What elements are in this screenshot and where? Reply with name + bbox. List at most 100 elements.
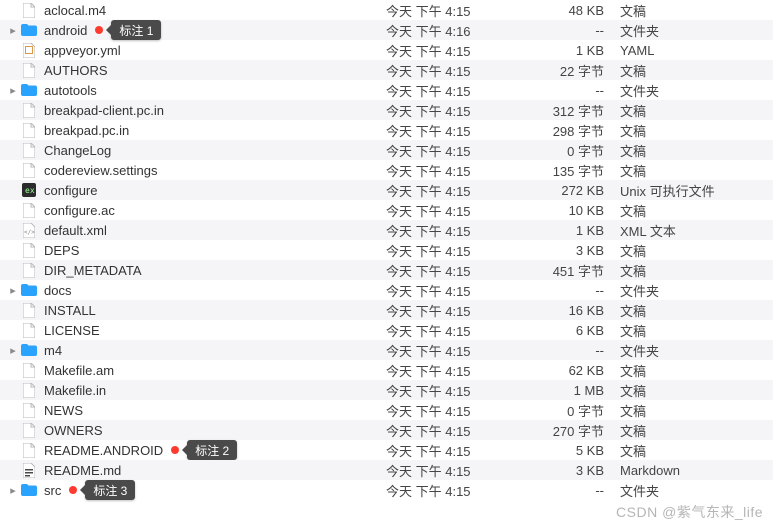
file-size: 1 KB: [516, 223, 616, 238]
file-name[interactable]: aclocal.m4: [44, 3, 106, 18]
file-row[interactable]: ▸autotools今天 下午 4:15--文件夹: [0, 80, 773, 100]
file-icon: [20, 242, 38, 258]
file-kind: 文稿: [616, 361, 773, 380]
file-name[interactable]: ChangeLog: [44, 143, 111, 158]
date-modified: 今天 下午 4:15: [386, 361, 516, 380]
file-name[interactable]: android: [44, 23, 87, 38]
name-column: ▸DEPS: [6, 242, 386, 258]
disclosure-triangle-icon[interactable]: ▸: [6, 24, 20, 37]
file-name[interactable]: m4: [44, 343, 62, 358]
file-row[interactable]: ▸DEPS今天 下午 4:153 KB文稿: [0, 240, 773, 260]
file-size: --: [516, 343, 616, 358]
name-column: ▸android标注 1: [6, 20, 386, 40]
file-kind: 文稿: [616, 201, 773, 220]
file-name[interactable]: src: [44, 483, 61, 498]
file-name[interactable]: autotools: [44, 83, 97, 98]
date-modified: 今天 下午 4:15: [386, 261, 516, 280]
file-size: 272 KB: [516, 183, 616, 198]
file-kind: 文稿: [616, 161, 773, 180]
svg-text:ex: ex: [25, 186, 35, 195]
date-modified: 今天 下午 4:15: [386, 281, 516, 300]
file-size: --: [516, 83, 616, 98]
file-row[interactable]: ▸breakpad.pc.in今天 下午 4:15298 字节文稿: [0, 120, 773, 140]
file-icon: [20, 102, 38, 118]
xml-icon: </>: [20, 222, 38, 238]
file-name[interactable]: default.xml: [44, 223, 107, 238]
date-modified: 今天 下午 4:15: [386, 101, 516, 120]
file-row[interactable]: ▸</>default.xml今天 下午 4:151 KBXML 文本: [0, 220, 773, 240]
file-icon: [20, 402, 38, 418]
file-size: 6 KB: [516, 323, 616, 338]
file-name[interactable]: codereview.settings: [44, 163, 157, 178]
file-row[interactable]: ▸README.md今天 下午 4:153 KBMarkdown: [0, 460, 773, 480]
name-column: ▸</>default.xml: [6, 222, 386, 238]
file-row[interactable]: ▸m4今天 下午 4:15--文件夹: [0, 340, 773, 360]
file-icon: [20, 122, 38, 138]
file-name[interactable]: README.md: [44, 463, 121, 478]
file-row[interactable]: ▸LICENSE今天 下午 4:156 KB文稿: [0, 320, 773, 340]
file-kind: 文稿: [616, 121, 773, 140]
file-icon: [20, 162, 38, 178]
file-name[interactable]: breakpad.pc.in: [44, 123, 129, 138]
file-row[interactable]: ▸src标注 3今天 下午 4:15--文件夹: [0, 480, 773, 500]
file-name[interactable]: Makefile.am: [44, 363, 114, 378]
file-row[interactable]: ▸DIR_METADATA今天 下午 4:15451 字节文稿: [0, 260, 773, 280]
file-name[interactable]: docs: [44, 283, 71, 298]
file-size: 270 字节: [516, 421, 616, 440]
file-row[interactable]: ▸exconfigure今天 下午 4:15272 KBUnix 可执行文件: [0, 180, 773, 200]
file-row[interactable]: ▸configure.ac今天 下午 4:1510 KB文稿: [0, 200, 773, 220]
file-row[interactable]: ▸docs今天 下午 4:15--文件夹: [0, 280, 773, 300]
file-size: 312 字节: [516, 101, 616, 120]
file-name[interactable]: configure: [44, 183, 97, 198]
file-size: 0 字节: [516, 141, 616, 160]
disclosure-triangle-icon[interactable]: ▸: [6, 344, 20, 357]
file-kind: YAML: [616, 43, 773, 58]
date-modified: 今天 下午 4:15: [386, 81, 516, 100]
file-name[interactable]: README.ANDROID: [44, 443, 163, 458]
name-column: ▸ src 标注 3: [6, 480, 386, 500]
exec-icon: ex: [20, 182, 38, 198]
file-kind: Unix 可执行文件: [616, 181, 773, 200]
file-row[interactable]: ▸OWNERS今天 下午 4:15270 字节文稿: [0, 420, 773, 440]
name-column: ▸configure.ac: [6, 202, 386, 218]
file-name[interactable]: appveyor.yml: [44, 43, 121, 58]
file-row[interactable]: ▸Makefile.am今天 下午 4:1562 KB文稿: [0, 360, 773, 380]
folder-icon: [20, 82, 38, 98]
file-kind: 文稿: [616, 261, 773, 280]
name-column: ▸breakpad.pc.in: [6, 122, 386, 138]
file-row[interactable]: ▸README.ANDROID标注 2今天 下午 4:155 KB文稿: [0, 440, 773, 460]
file-row[interactable]: ▸NEWS今天 下午 4:150 字节文稿: [0, 400, 773, 420]
file-row[interactable]: ▸INSTALL今天 下午 4:1516 KB文稿: [0, 300, 773, 320]
file-row[interactable]: ▸ChangeLog今天 下午 4:150 字节文稿: [0, 140, 773, 160]
file-kind: 文稿: [616, 441, 773, 460]
file-name[interactable]: configure.ac: [44, 203, 115, 218]
name-column: ▸README.ANDROID标注 2: [6, 440, 386, 460]
file-name[interactable]: AUTHORS: [44, 63, 108, 78]
file-row[interactable]: ▸appveyor.yml今天 下午 4:151 KBYAML: [0, 40, 773, 60]
disclosure-triangle-icon[interactable]: ▸: [6, 84, 20, 97]
file-row[interactable]: ▸aclocal.m4今天 下午 4:1548 KB文稿: [0, 0, 773, 20]
name-column: ▸INSTALL: [6, 302, 386, 318]
disclosure-triangle-icon[interactable]: ▸: [6, 484, 20, 497]
name-column: ▸ChangeLog: [6, 142, 386, 158]
file-row[interactable]: ▸Makefile.in今天 下午 4:151 MB文稿: [0, 380, 773, 400]
file-name[interactable]: LICENSE: [44, 323, 100, 338]
file-row[interactable]: ▸android标注 1今天 下午 4:16--文件夹: [0, 20, 773, 40]
file-name[interactable]: OWNERS: [44, 423, 103, 438]
file-name[interactable]: INSTALL: [44, 303, 96, 318]
file-name[interactable]: breakpad-client.pc.in: [44, 103, 164, 118]
file-name[interactable]: DEPS: [44, 243, 79, 258]
file-row[interactable]: ▸AUTHORS今天 下午 4:1522 字节文稿: [0, 60, 773, 80]
file-icon: [20, 422, 38, 438]
folder-icon: [20, 282, 38, 298]
disclosure-triangle-icon[interactable]: ▸: [6, 284, 20, 297]
file-name[interactable]: DIR_METADATA: [44, 263, 142, 278]
annotation-label: 标注 3: [85, 480, 135, 500]
file-row[interactable]: ▸breakpad-client.pc.in今天 下午 4:15312 字节文稿: [0, 100, 773, 120]
file-row[interactable]: ▸codereview.settings今天 下午 4:15135 字节文稿: [0, 160, 773, 180]
date-modified: 今天 下午 4:15: [386, 341, 516, 360]
file-kind: 文件夹: [616, 281, 773, 300]
date-modified: 今天 下午 4:15: [386, 181, 516, 200]
file-name[interactable]: Makefile.in: [44, 383, 106, 398]
file-name[interactable]: NEWS: [44, 403, 83, 418]
